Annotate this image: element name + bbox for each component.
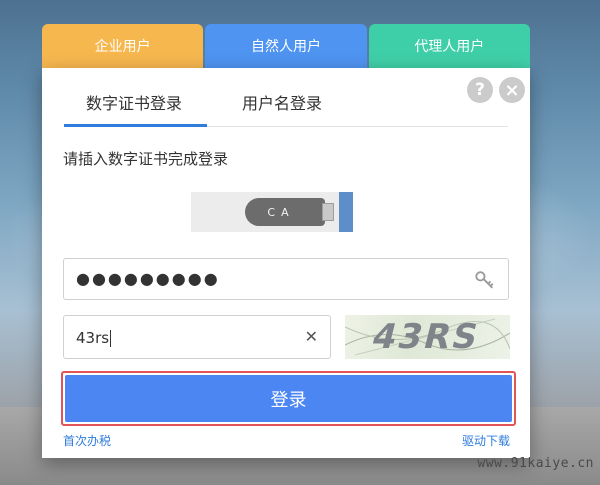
captcha-image[interactable]: 43RS [345,315,510,359]
help-icon[interactable]: ? [467,77,493,103]
certificate-prompt: 请插入数字证书完成登录 [63,150,229,168]
key-icon [475,271,494,289]
first-time-tax-link[interactable]: 首次办税 [63,432,111,449]
active-tab-indicator [64,124,207,127]
login-panel: 数字证书登录 用户名登录 ? × 请插入数字证书完成登录 CA ●●●●●●●●… [42,68,530,458]
tab-certificate-login[interactable]: 数字证书登录 [86,90,182,114]
login-method-tabs: 数字证书登录 用户名登录 [64,68,508,127]
login-button[interactable]: 登录 [65,375,512,422]
tab-username-login[interactable]: 用户名登录 [242,90,322,114]
usb-accent [339,192,353,232]
ca-usb-icon: CA [191,192,353,232]
watermark: www.91kaiye.cn [477,456,594,471]
text-caret [110,330,112,347]
clear-icon[interactable]: ✕ [305,327,318,346]
tab-enterprise-user[interactable]: 企业用户 [42,24,204,68]
captcha-input[interactable]: 43rs ✕ [63,315,331,359]
tab-natural-person-user[interactable]: 自然人用户 [205,24,367,68]
user-type-tabs: 企业用户 自然人用户 代理人用户 [42,24,530,68]
captcha-typed-text: 43rs [76,329,110,347]
captcha-input-value: 43rs [76,329,112,347]
close-icon[interactable]: × [499,77,525,103]
tab-agent-user[interactable]: 代理人用户 [368,24,530,68]
ca-label: CA [245,198,325,226]
password-field[interactable]: ●●●●●●●●● [63,258,509,300]
password-value: ●●●●●●●●● [76,269,220,288]
usb-plug [322,203,334,221]
captcha-image-text: 43RS [368,317,484,357]
driver-download-link[interactable]: 驱动下载 [462,432,510,449]
